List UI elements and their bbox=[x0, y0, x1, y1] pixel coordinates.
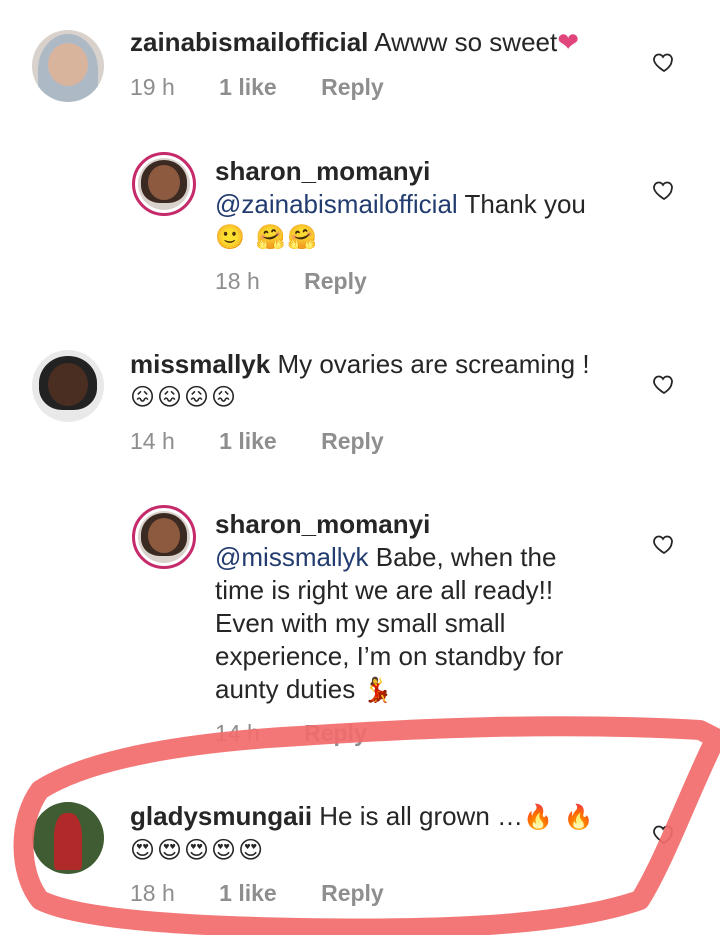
likes-count[interactable]: 1 like bbox=[219, 74, 277, 100]
heart-outline-icon[interactable] bbox=[652, 372, 676, 396]
reply-button[interactable]: Reply bbox=[321, 428, 384, 454]
comment-meta: 14 h 1 like Reply bbox=[130, 428, 422, 455]
avatar-sharon-momanyi[interactable] bbox=[132, 152, 196, 216]
timestamp: 14 h bbox=[215, 720, 260, 746]
avatar-zainabismailofficial[interactable] bbox=[32, 30, 104, 102]
likes-count[interactable]: 1 like bbox=[219, 428, 277, 454]
username[interactable]: gladysmungaii bbox=[130, 801, 312, 831]
heart-emoji: ❤ bbox=[557, 27, 580, 57]
comment-text-line: time is right we are all ready!! bbox=[215, 575, 554, 605]
emoji-line: 🙂 🤗🤗 bbox=[215, 224, 320, 251]
heart-outline-icon[interactable] bbox=[652, 822, 676, 846]
likes-count[interactable]: 1 like bbox=[219, 880, 277, 906]
comment-text-line: experience, I’m on standby for bbox=[215, 641, 564, 671]
reply-button[interactable]: Reply bbox=[304, 268, 367, 294]
comment-meta: 18 h 1 like Reply bbox=[130, 880, 422, 907]
comment-body: sharon_momanyi @missmallyk Babe, when th… bbox=[215, 508, 635, 707]
heart-outline-icon[interactable] bbox=[652, 532, 676, 556]
heart-outline-icon[interactable] bbox=[652, 50, 676, 74]
avatar-gladysmungaii[interactable] bbox=[32, 802, 104, 874]
timestamp: 14 h bbox=[130, 428, 175, 454]
comment-body: sharon_momanyi @zainabismailofficial Tha… bbox=[215, 155, 635, 254]
comment-text: Awww so sweet bbox=[374, 27, 558, 57]
username[interactable]: sharon_momanyi bbox=[215, 155, 635, 188]
username[interactable]: sharon_momanyi bbox=[215, 508, 635, 541]
reply-button[interactable]: Reply bbox=[321, 880, 384, 906]
reply-button[interactable]: Reply bbox=[304, 720, 367, 746]
comment-text-line: Even with my small small bbox=[215, 608, 506, 638]
emoji-line: 😖😖😖😖 bbox=[130, 384, 239, 411]
comment-text: He is all grown … bbox=[319, 801, 524, 831]
heart-outline-icon[interactable] bbox=[652, 178, 676, 202]
comment-meta: 14 h Reply bbox=[215, 720, 405, 747]
comment-text: Thank you bbox=[464, 189, 586, 219]
fire-emoji: 🔥 🔥 bbox=[523, 804, 596, 831]
mention-link[interactable]: @zainabismailofficial bbox=[215, 189, 458, 219]
comment-meta: 18 h Reply bbox=[215, 268, 405, 295]
avatar-sharon-momanyi[interactable] bbox=[132, 505, 196, 569]
username[interactable]: zainabismailofficial bbox=[130, 27, 368, 57]
comment-body: missmallyk My ovaries are screaming ! 😖😖… bbox=[130, 348, 630, 414]
highlight-annotation bbox=[13, 716, 720, 935]
comment-body: zainabismailofficial Awww so sweet❤ bbox=[130, 26, 579, 59]
reply-button[interactable]: Reply bbox=[321, 74, 384, 100]
emoji-line: 😍😍😍😍😍 bbox=[130, 837, 266, 864]
timestamp: 18 h bbox=[215, 268, 260, 294]
comment-text-line: Babe, when the bbox=[375, 542, 557, 572]
comment-body: gladysmungaii He is all grown …🔥 🔥 😍😍😍😍😍 bbox=[130, 800, 630, 867]
comment-text-line: aunty duties bbox=[215, 674, 356, 704]
username[interactable]: missmallyk bbox=[130, 349, 270, 379]
timestamp: 18 h bbox=[130, 880, 175, 906]
avatar-missmallyk[interactable] bbox=[32, 350, 104, 422]
comment-text: My ovaries are screaming ! bbox=[277, 349, 590, 379]
timestamp: 19 h bbox=[130, 74, 175, 100]
mention-link[interactable]: @missmallyk bbox=[215, 542, 369, 572]
dancer-emoji: 💃 bbox=[362, 677, 395, 704]
comment-meta: 19 h 1 like Reply bbox=[130, 74, 422, 101]
